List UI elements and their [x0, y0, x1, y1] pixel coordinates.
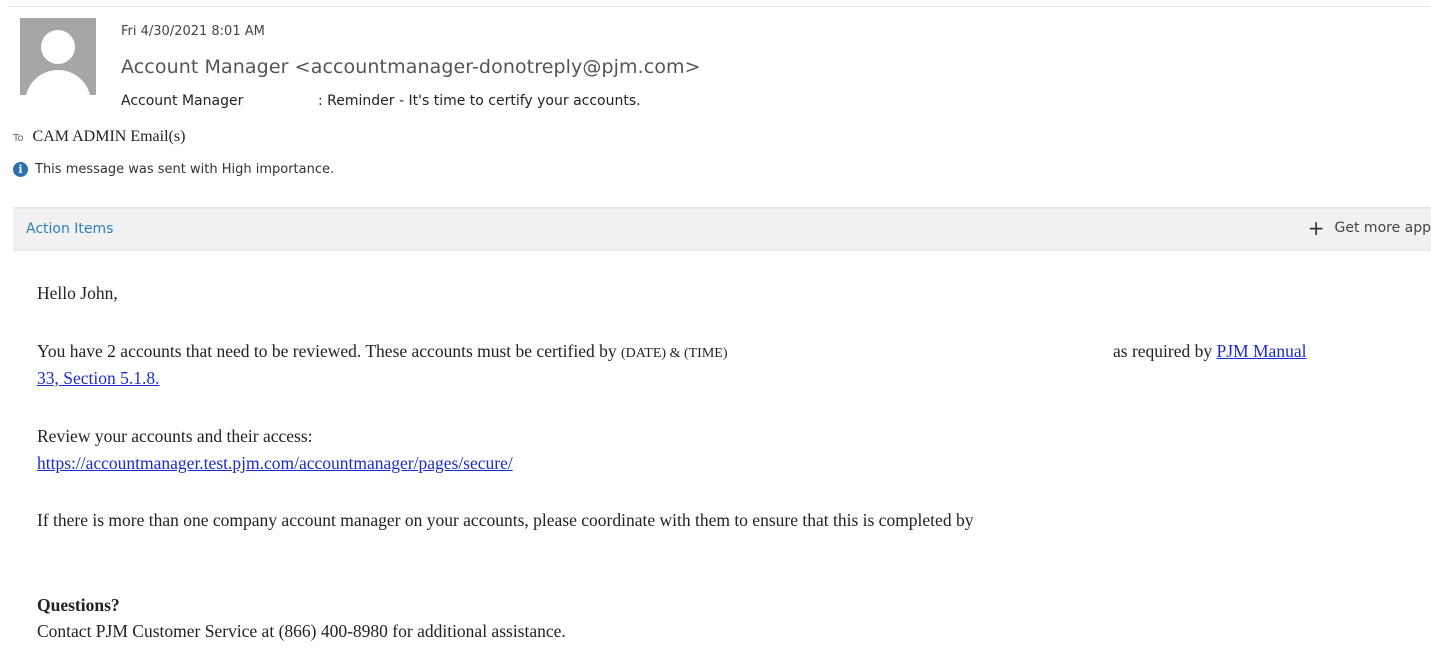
paragraph-certify-line2: 33, Section 5.1.8. — [37, 368, 160, 389]
manual-link-part1[interactable]: PJM Manual — [1217, 341, 1307, 361]
paragraph-certify-tail: as required by PJM Manual — [1113, 341, 1306, 362]
subject-sender-name: Account Manager — [121, 93, 244, 109]
sender-avatar — [20, 18, 96, 95]
info-icon: i — [13, 162, 28, 177]
sender-address[interactable]: Account Manager <accountmanager-donotrep… — [121, 56, 701, 78]
recipients-row: To CAM ADMIN Email(s) — [13, 128, 185, 146]
header-divider — [8, 6, 1431, 7]
review-accounts-text: Review your accounts and their access: — [37, 426, 313, 446]
contact-text: Contact PJM Customer Service at (866) 40… — [37, 621, 566, 641]
action-items-tab[interactable]: Action Items — [26, 221, 113, 237]
manual-link-part2[interactable]: 33, Section 5.1.8. — [37, 368, 160, 388]
certify-text: You have 2 accounts that need to be revi… — [37, 341, 617, 361]
get-more-apps-button[interactable]: + Get more app — [1307, 216, 1431, 240]
plus-icon: + — [1307, 216, 1325, 240]
paragraph-certify-line1: You have 2 accounts that need to be revi… — [37, 341, 728, 362]
questions-heading: Questions? — [37, 595, 120, 615]
action-bar: Action Items + Get more app — [13, 207, 1431, 251]
importance-text: This message was sent with High importan… — [35, 162, 335, 177]
avatar-head-shape — [41, 30, 75, 64]
date-time-placeholder: (DATE) & (TIME) — [620, 346, 728, 361]
greeting: Hello John, — [37, 283, 118, 303]
review-accounts-link-row: https://accountmanager.test.pjm.com/acco… — [37, 453, 513, 474]
coordinate-paragraph: If there is more than one company accoun… — [37, 510, 974, 530]
recipient-list[interactable]: CAM ADMIN Email(s) — [33, 128, 186, 146]
message-subject: : Reminder - It's time to certify your a… — [318, 93, 641, 109]
required-by-text: as required by — [1113, 341, 1213, 361]
account-manager-link[interactable]: https://accountmanager.test.pjm.com/acco… — [37, 453, 513, 473]
get-more-apps-label: Get more app — [1334, 220, 1431, 236]
importance-notice: i This message was sent with High import… — [13, 162, 334, 177]
message-date: Fri 4/30/2021 8:01 AM — [121, 24, 265, 39]
avatar-shoulders-shape — [25, 70, 91, 95]
to-label: To — [13, 133, 24, 144]
